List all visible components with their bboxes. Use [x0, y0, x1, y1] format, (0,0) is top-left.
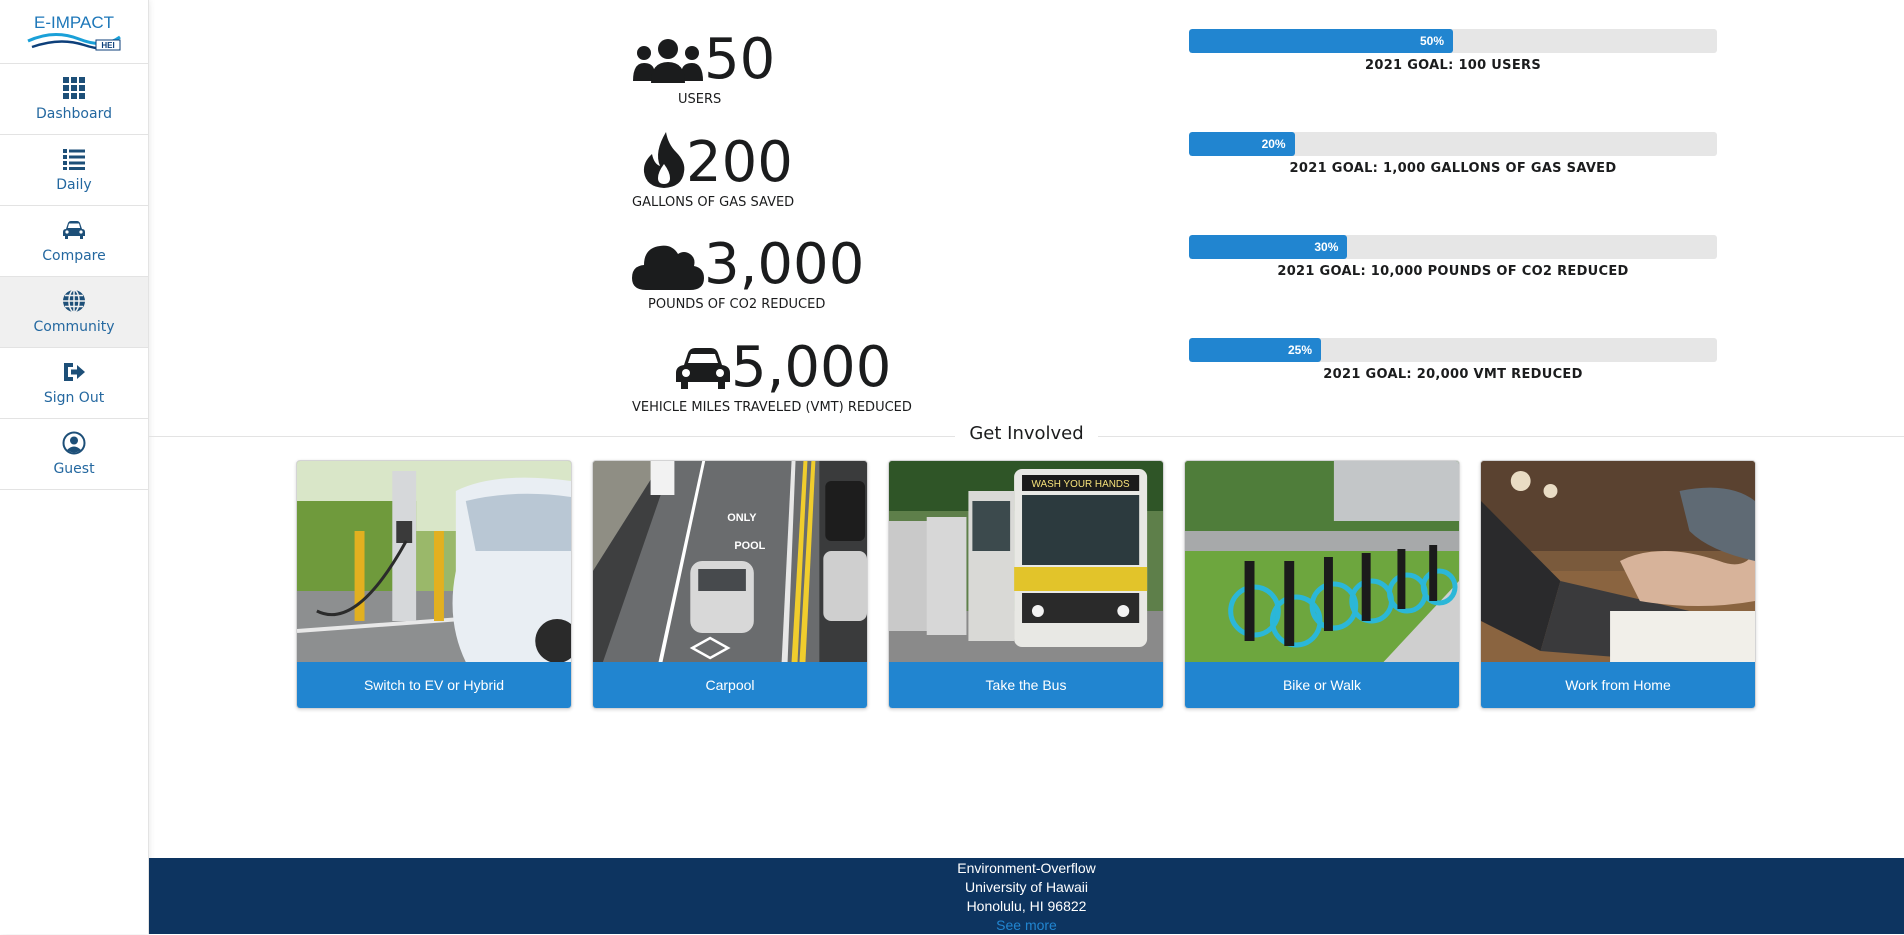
goal-co2: 30% 2021 GOAL: 10,000 POUNDS OF CO2 REDU… — [1189, 235, 1717, 279]
globe-icon — [63, 289, 85, 313]
carpool-lane-image: ONLY POOL — [593, 461, 867, 662]
footer-see-more-link[interactable]: See more — [149, 916, 1904, 935]
progress-bar-fill: 30% — [1189, 235, 1348, 259]
stat-value: 50 — [704, 27, 776, 92]
sidebar-item-guest[interactable]: Guest — [0, 419, 148, 490]
card-bus[interactable]: WASH YOUR HANDS Take the Bus — [888, 460, 1164, 709]
card-ev-hybrid[interactable]: Switch to EV or Hybrid — [296, 460, 572, 709]
stat-value: 3,000 — [704, 232, 865, 297]
stat-vmt: 5,000 VEHICLE MILES TRAVELED (VMT) REDUC… — [632, 335, 1052, 416]
car-icon — [63, 221, 85, 239]
card-work-from-home[interactable]: Work from Home — [1480, 460, 1756, 709]
progress-bar-fill: 25% — [1189, 338, 1321, 362]
footer-address: Honolulu, HI 96822 — [966, 898, 1087, 914]
car-icon — [675, 345, 731, 398]
svg-text:HEI: HEI — [101, 41, 114, 50]
sidebar-item-compare[interactable]: Compare — [0, 206, 148, 277]
progress-bar: 30% — [1189, 235, 1717, 259]
progress-bar: 20% — [1189, 132, 1717, 156]
stat-label: GALLONS OF GAS SAVED — [632, 195, 795, 210]
sidebar-item-community[interactable]: Community — [0, 277, 148, 348]
card-carpool[interactable]: ONLY POOL Carpool — [592, 460, 868, 709]
svg-text:E-IMPACT: E-IMPACT — [34, 13, 114, 32]
city-bus-image: WASH YOUR HANDS — [889, 461, 1163, 662]
progress-bar-fill: 50% — [1189, 29, 1453, 53]
sidebar-item-daily[interactable]: Daily — [0, 135, 148, 206]
list-icon — [63, 149, 85, 170]
svg-text:ONLY: ONLY — [727, 512, 757, 524]
main-content: 50 USERS 200 GALLONS OF GAS SAVED 3,000 — [149, 0, 1904, 934]
goal-vmt: 25% 2021 GOAL: 20,000 VMT REDUCED — [1189, 338, 1717, 382]
goal-label: 2021 GOAL: 10,000 POUNDS OF CO2 REDUCED — [1277, 264, 1629, 279]
sidebar-item-label: Sign Out — [43, 390, 105, 406]
stat-label: USERS — [678, 92, 722, 107]
section-title: Get Involved — [149, 423, 1904, 444]
goal-label: 2021 GOAL: 100 USERS — [1365, 58, 1541, 73]
sidebar-item-sign-out[interactable]: Sign Out — [0, 348, 148, 419]
sidebar: E-IMPACT HEI Dashboard Daily Compare Com… — [0, 0, 149, 934]
grid-icon — [63, 77, 85, 99]
sidebar-item-label: Dashboard — [36, 106, 112, 122]
card-button[interactable]: Carpool — [593, 662, 867, 708]
goal-gas: 20% 2021 GOAL: 1,000 GALLONS OF GAS SAVE… — [1189, 132, 1717, 176]
footer: Environment-Overflow University of Hawai… — [149, 858, 1904, 934]
card-button[interactable]: Take the Bus — [889, 662, 1163, 708]
card-button[interactable]: Switch to EV or Hybrid — [297, 662, 571, 708]
goal-label: 2021 GOAL: 1,000 GALLONS OF GAS SAVED — [1289, 161, 1617, 176]
stat-users: 50 USERS — [632, 30, 1052, 107]
progress-bar-fill: 20% — [1189, 132, 1295, 156]
fire-icon — [632, 132, 686, 193]
stat-value: 200 — [686, 130, 793, 195]
laptop-work-image — [1481, 461, 1755, 662]
get-involved-title: Get Involved — [955, 423, 1098, 444]
progress-bar: 25% — [1189, 338, 1717, 362]
goal-users: 50% 2021 GOAL: 100 USERS — [1189, 29, 1717, 73]
sidebar-item-label: Daily — [56, 177, 92, 193]
goal-label: 2021 GOAL: 20,000 VMT REDUCED — [1323, 367, 1583, 382]
stat-label: VEHICLE MILES TRAVELED (VMT) REDUCED — [632, 400, 912, 415]
svg-text:WASH YOUR HANDS: WASH YOUR HANDS — [1032, 479, 1130, 490]
stat-co2: 3,000 POUNDS OF CO2 REDUCED — [632, 235, 1052, 312]
sign-out-icon — [64, 363, 85, 381]
card-button[interactable]: Work from Home — [1481, 662, 1755, 708]
ev-charging-image — [297, 461, 571, 662]
cloud-icon — [632, 240, 704, 295]
stat-gas: 200 GALLONS OF GAS SAVED — [632, 132, 1052, 210]
sidebar-item-dashboard[interactable]: Dashboard — [0, 64, 148, 135]
users-icon — [632, 37, 704, 90]
svg-text:POOL: POOL — [734, 540, 765, 552]
sidebar-item-label: Compare — [42, 248, 106, 264]
sidebar-item-label: Community — [33, 319, 115, 335]
app-logo[interactable]: E-IMPACT HEI — [0, 0, 148, 64]
footer-org: Environment-Overflow — [957, 860, 1096, 876]
stat-label: POUNDS OF CO2 REDUCED — [648, 297, 826, 312]
card-button[interactable]: Bike or Walk — [1185, 662, 1459, 708]
sidebar-item-label: Guest — [53, 461, 95, 477]
progress-bar: 50% — [1189, 29, 1717, 53]
footer-university: University of Hawaii — [965, 879, 1088, 895]
card-bike-walk[interactable]: Bike or Walk — [1184, 460, 1460, 709]
stat-value: 5,000 — [731, 335, 892, 400]
user-circle-icon — [62, 431, 86, 455]
bike-share-image — [1185, 461, 1459, 662]
